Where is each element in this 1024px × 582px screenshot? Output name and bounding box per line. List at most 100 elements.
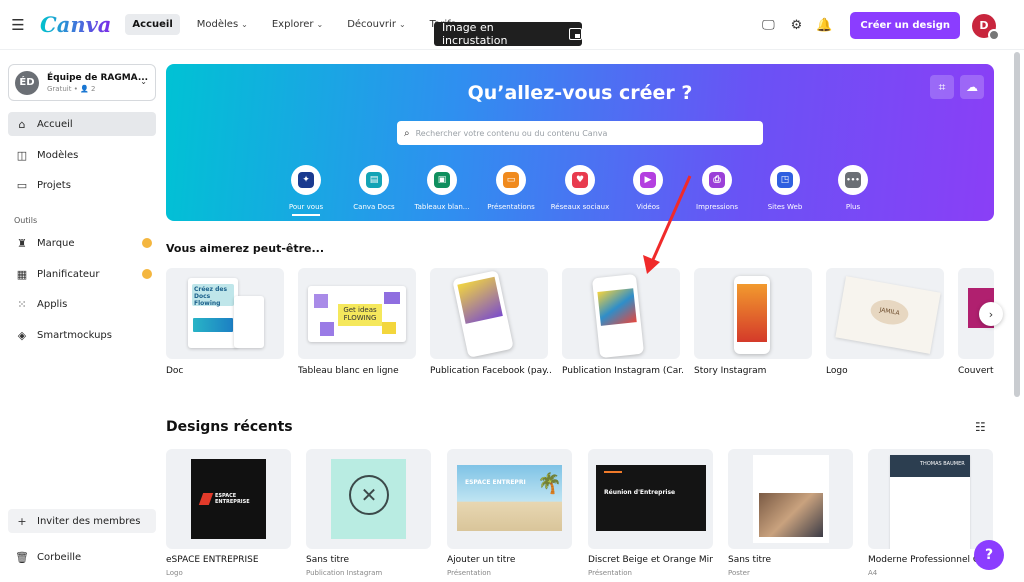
upload-cloud-icon[interactable]: ☁ bbox=[960, 75, 984, 99]
sidebar: ÉD Équipe de RAGMA... Gratuit • 👤 2 ⌄ ⌂ A… bbox=[0, 50, 162, 582]
category-circle: ▤ bbox=[359, 165, 389, 195]
template-card-doc[interactable]: Créez des Docs Flowing bbox=[166, 268, 284, 359]
recent-design-card[interactable]: ESPACE ENTREPRISE bbox=[166, 449, 291, 549]
sidebar-item-planner[interactable]: ▦ Planificateur bbox=[8, 262, 156, 286]
category-label: Vidéos bbox=[636, 203, 660, 211]
sidebar-item-templates[interactable]: ◫ Modèles bbox=[8, 143, 156, 167]
plus-icon: + bbox=[17, 514, 27, 528]
avatar-initial: D bbox=[979, 19, 989, 32]
category-videos[interactable]: ▶ Vidéos bbox=[618, 165, 678, 211]
canva-logo[interactable]: Canva bbox=[40, 12, 111, 37]
bell-icon[interactable]: 🔔 bbox=[816, 18, 832, 34]
hero-search-input[interactable]: ⌕ Rechercher votre contenu ou du contenu… bbox=[397, 121, 763, 145]
list-view-icon[interactable]: ☷ bbox=[975, 420, 986, 434]
apps-icon: ⁙ bbox=[17, 297, 27, 311]
template-card-instagram-story[interactable] bbox=[694, 268, 812, 359]
help-button[interactable]: ? bbox=[974, 540, 1004, 570]
sidebar-item-trash[interactable]: 🗑 Corbeille bbox=[8, 545, 156, 569]
recent-design-card[interactable]: Réunion d'Entreprise bbox=[588, 449, 713, 549]
template-card-facebook-post[interactable] bbox=[430, 268, 548, 359]
nav-templates[interactable]: Modèles ⌄ bbox=[190, 14, 255, 35]
phone-mockup bbox=[591, 273, 645, 359]
category-docs[interactable]: ▤ Canva Docs bbox=[344, 165, 404, 211]
category-more[interactable]: ••• Plus bbox=[823, 165, 883, 211]
recent-design-card[interactable]: ✕ bbox=[306, 449, 431, 549]
hero-title: Qu’allez-vous créer ? bbox=[467, 82, 693, 104]
nav-discover[interactable]: Découvrir ⌄ bbox=[340, 14, 412, 35]
nav-explore-label: Explorer bbox=[271, 19, 314, 30]
design-type: Publication Instagram bbox=[306, 569, 383, 577]
chevron-down-icon: ⌄ bbox=[398, 20, 406, 29]
page-scrollbar[interactable] bbox=[1014, 52, 1020, 397]
nav-templates-label: Modèles bbox=[196, 19, 239, 30]
nav-home[interactable]: Accueil bbox=[125, 14, 180, 35]
category-circle: ••• bbox=[838, 165, 868, 195]
monitor-icon[interactable]: 🖵 bbox=[760, 18, 776, 34]
sidebar-item-home[interactable]: ⌂ Accueil bbox=[8, 112, 156, 136]
picture-in-picture-icon bbox=[568, 28, 582, 40]
design-type: Logo bbox=[166, 569, 183, 577]
resize-icon[interactable]: ⌗ bbox=[930, 75, 954, 99]
printer-icon: ⎙ bbox=[709, 172, 725, 188]
user-avatar[interactable]: D bbox=[972, 13, 1000, 41]
recent-design-card[interactable] bbox=[728, 449, 853, 549]
hero-banner: Qu’allez-vous créer ? ⌗ ☁ ⌕ Rechercher v… bbox=[166, 64, 994, 221]
category-label: Canva Docs bbox=[353, 203, 395, 211]
sparkle-icon: ✦ bbox=[298, 172, 314, 188]
template-card-instagram-post[interactable] bbox=[562, 268, 680, 359]
whiteboard-thumbnail-text: Get ideas FLOWING bbox=[338, 304, 382, 326]
category-circle: ▶ bbox=[633, 165, 663, 195]
picture-in-picture-tooltip[interactable]: Image en incrustation bbox=[434, 21, 582, 47]
doc-phone-thumbnail bbox=[234, 296, 264, 348]
nav-explore[interactable]: Explorer ⌄ bbox=[265, 14, 330, 35]
category-presentations[interactable]: ▭ Présentations bbox=[481, 165, 541, 211]
sidebar-item-label: Modèles bbox=[37, 149, 79, 161]
template-label: Publication Instagram (Car... bbox=[562, 366, 684, 376]
presentation-icon: ▭ bbox=[503, 172, 519, 188]
whiteboard-thumbnail: Get ideas FLOWING bbox=[308, 286, 406, 342]
gear-icon[interactable]: ⚙ bbox=[788, 18, 804, 34]
team-switcher[interactable]: ÉD Équipe de RAGMA... Gratuit • 👤 2 ⌄ bbox=[8, 64, 156, 101]
sidebar-item-brand[interactable]: ♜ Marque bbox=[8, 231, 156, 255]
sticky-note bbox=[384, 292, 400, 304]
sidebar-item-label: Marque bbox=[37, 237, 75, 249]
more-icon: ••• bbox=[845, 172, 861, 188]
design-type: Présentation bbox=[447, 569, 491, 577]
chevron-down-icon: ⌄ bbox=[140, 77, 147, 86]
accent-line bbox=[604, 471, 622, 473]
sidebar-item-smartmockups[interactable]: ◈ Smartmockups bbox=[8, 323, 156, 347]
category-for-you[interactable]: ✦ Pour vous bbox=[276, 165, 336, 216]
chevron-down-icon: ⌄ bbox=[316, 20, 324, 29]
category-social-media[interactable]: ♥ Réseaux sociaux bbox=[550, 165, 610, 211]
category-websites[interactable]: ◳ Sites Web bbox=[755, 165, 815, 211]
menu-icon[interactable]: ☰ bbox=[10, 16, 26, 34]
emblem-icon: ✕ bbox=[349, 475, 389, 515]
chevron-right-icon: › bbox=[988, 307, 994, 321]
design-thumbnail bbox=[753, 455, 829, 543]
poster-photo bbox=[759, 493, 823, 537]
design-thumbnail: ✕ bbox=[331, 459, 406, 539]
invite-members-button[interactable]: + Inviter des membres bbox=[8, 509, 156, 533]
carousel-next-button[interactable]: › bbox=[979, 302, 1003, 326]
tooltip-label: Image en incrustation bbox=[442, 21, 508, 47]
design-title: Ajouter un titre bbox=[447, 555, 516, 565]
recent-design-card[interactable]: THOMAS BAUMER bbox=[868, 449, 993, 549]
design-thumbnail-text: ESPACE ENTREPRISE bbox=[215, 493, 250, 505]
recent-design-card[interactable]: ESPACE ENTREPRI 🌴 bbox=[447, 449, 572, 549]
category-prints[interactable]: ⎙ Impressions bbox=[687, 165, 747, 211]
template-card-logo[interactable]: JAMILA bbox=[826, 268, 944, 359]
sticky-note bbox=[382, 322, 396, 334]
category-label: Impressions bbox=[696, 203, 738, 211]
brand-icon: ♜ bbox=[17, 236, 27, 250]
sidebar-item-projects[interactable]: ▭ Projets bbox=[8, 173, 156, 197]
design-title: Sans titre bbox=[306, 555, 350, 565]
nav-home-label: Accueil bbox=[132, 19, 173, 30]
sidebar-item-apps[interactable]: ⁙ Applis bbox=[8, 292, 156, 316]
category-whiteboards[interactable]: ▣ Tableaux blan... bbox=[412, 165, 472, 211]
design-thumbnail: ESPACE ENTREPRI 🌴 bbox=[457, 465, 562, 531]
recent-designs-title: Designs récents bbox=[166, 419, 293, 435]
template-card-whiteboard[interactable]: Get ideas FLOWING bbox=[298, 268, 416, 359]
sidebar-item-label: Projets bbox=[37, 179, 71, 191]
create-design-button[interactable]: Créer un design bbox=[850, 12, 960, 39]
folder-icon: ▭ bbox=[16, 178, 28, 192]
